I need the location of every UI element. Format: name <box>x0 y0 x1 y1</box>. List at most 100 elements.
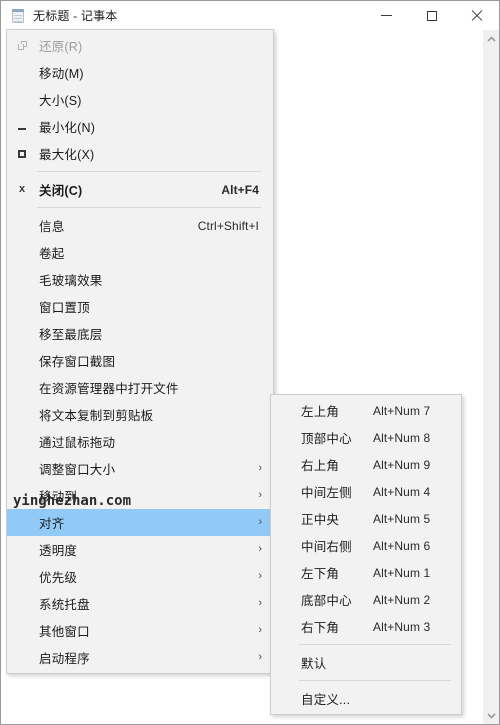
align-item-label: 中间右侧 <box>301 540 352 554</box>
close-icon: x <box>18 183 26 195</box>
menu-separator <box>37 207 261 208</box>
menu-item-label: 通过鼠标拖动 <box>39 436 116 450</box>
menu-item-20[interactable]: 透明度 › <box>7 536 273 563</box>
menu-item-15[interactable]: 将文本复制到剪贴板 <box>7 401 273 428</box>
menu-item-6[interactable]: x 关闭(C) Alt+F4 <box>7 176 273 203</box>
menu-item-21[interactable]: 优先级 › <box>7 563 273 590</box>
menu-item-label: 透明度 <box>39 544 78 558</box>
menu-item-label: 还原(R) <box>39 40 83 54</box>
menu-item-9[interactable]: 卷起 <box>7 239 273 266</box>
align-item-0[interactable]: 左上角 Alt+Num 7 <box>271 397 461 424</box>
close-button[interactable] <box>454 1 499 30</box>
align-submenu[interactable]: 左上角 Alt+Num 7 顶部中心 Alt+Num 8 右上角 Alt+Num 9 中间左… <box>270 394 462 715</box>
menu-item-17[interactable]: 调整窗口大小 › <box>7 455 273 482</box>
menu-item-4[interactable]: 最大化(X) <box>7 140 273 167</box>
menu-item-16[interactable]: 通过鼠标拖动 <box>7 428 273 455</box>
menu-item-label: 移至最底层 <box>39 328 103 342</box>
menu-item-label: 其他窗口 <box>39 625 90 639</box>
menu-separator <box>37 171 261 172</box>
maximize-icon <box>18 149 26 158</box>
menu-item-shortcut: Ctrl+Shift+I <box>197 218 259 233</box>
align-item-shortcut: Alt+Num 6 <box>373 538 431 553</box>
align-item-1[interactable]: 顶部中心 Alt+Num 8 <box>271 424 461 451</box>
menu-item-2[interactable]: 大小(S) <box>7 86 273 113</box>
minimize-icon <box>381 15 392 16</box>
minimize-button[interactable] <box>364 1 409 30</box>
align-item-3[interactable]: 中间左侧 Alt+Num 4 <box>271 478 461 505</box>
menu-item-label: 关闭(C) <box>39 184 83 198</box>
notepad-icon <box>10 8 26 24</box>
align-item-shortcut: Alt+Num 3 <box>373 619 431 634</box>
close-icon <box>471 10 483 22</box>
align-item-shortcut: Alt+Num 9 <box>373 457 431 472</box>
title-bar[interactable]: 无标题 - 记事本 <box>1 1 499 30</box>
menu-item-shortcut: Alt+F4 <box>221 182 259 197</box>
align-item-label: 右下角 <box>301 621 340 635</box>
align-item-7[interactable]: 底部中心 Alt+Num 2 <box>271 586 461 613</box>
align-item-12[interactable]: 自定义... <box>271 685 461 712</box>
menu-item-14[interactable]: 在资源管理器中打开文件 <box>7 374 273 401</box>
menu-item-label: 系统托盘 <box>39 598 90 612</box>
menu-item-label: 保存窗口截图 <box>39 355 116 369</box>
align-item-label: 左下角 <box>301 567 340 581</box>
menu-item-label: 毛玻璃效果 <box>39 274 103 288</box>
menu-item-3[interactable]: 最小化(N) <box>7 113 273 140</box>
align-item-label: 默认 <box>301 657 327 671</box>
system-menu[interactable]: 还原(R) 移动(M) 大小(S) 最小化(N) 最大化(X) x 关闭(C) Alt+F4 信… <box>6 29 274 674</box>
align-item-8[interactable]: 右下角 Alt+Num 3 <box>271 613 461 640</box>
align-item-6[interactable]: 左下角 Alt+Num 1 <box>271 559 461 586</box>
align-item-label: 左上角 <box>301 405 340 419</box>
menu-item-8[interactable]: 信息 Ctrl+Shift+I <box>7 212 273 239</box>
align-item-shortcut: Alt+Num 5 <box>373 511 431 526</box>
align-item-shortcut: Alt+Num 7 <box>373 403 431 418</box>
menu-item-label: 调整窗口大小 <box>39 463 116 477</box>
scroll-down-icon[interactable] <box>483 707 500 724</box>
align-item-shortcut: Alt+Num 8 <box>373 430 431 445</box>
menu-item-24[interactable]: 启动程序 › <box>7 644 273 671</box>
menu-item-label: 移动到 <box>39 490 78 504</box>
close-icon-slot: x <box>7 184 37 195</box>
align-item-label: 自定义... <box>301 693 351 707</box>
submenu-separator <box>299 644 451 645</box>
menu-item-label: 大小(S) <box>39 94 82 108</box>
align-item-label: 右上角 <box>301 459 340 473</box>
menu-item-19[interactable]: 对齐 › <box>7 509 273 536</box>
menu-item-label: 将文本复制到剪贴板 <box>39 409 154 423</box>
menu-item-13[interactable]: 保存窗口截图 <box>7 347 273 374</box>
align-item-shortcut: Alt+Num 4 <box>373 484 431 499</box>
align-item-10[interactable]: 默认 <box>271 649 461 676</box>
menu-item-label: 在资源管理器中打开文件 <box>39 382 179 396</box>
menu-item-10[interactable]: 毛玻璃效果 <box>7 266 273 293</box>
menu-item-11[interactable]: 窗口置顶 <box>7 293 273 320</box>
vertical-scrollbar[interactable] <box>482 30 499 724</box>
scroll-up-icon[interactable] <box>483 30 500 47</box>
menu-item-1[interactable]: 移动(M) <box>7 59 273 86</box>
align-item-label: 顶部中心 <box>301 432 352 446</box>
align-item-shortcut: Alt+Num 1 <box>373 565 431 580</box>
menu-item-23[interactable]: 其他窗口 › <box>7 617 273 644</box>
align-item-2[interactable]: 右上角 Alt+Num 9 <box>271 451 461 478</box>
minimize-icon <box>18 127 26 130</box>
menu-item-12[interactable]: 移至最底层 <box>7 320 273 347</box>
window-controls <box>364 1 499 30</box>
restore-icon-slot <box>7 41 37 50</box>
menu-item-label: 启动程序 <box>39 652 90 666</box>
menu-item-label: 最大化(X) <box>39 148 95 162</box>
menu-item-label: 信息 <box>39 220 65 234</box>
maximize-button[interactable] <box>409 1 454 30</box>
submenu-separator <box>299 680 451 681</box>
align-item-5[interactable]: 中间右侧 Alt+Num 6 <box>271 532 461 559</box>
window-title: 无标题 - 记事本 <box>33 9 118 23</box>
align-item-4[interactable]: 正中央 Alt+Num 5 <box>271 505 461 532</box>
menu-item-22[interactable]: 系统托盘 › <box>7 590 273 617</box>
maximize-icon-slot <box>7 149 37 158</box>
menu-item-0: 还原(R) <box>7 32 273 59</box>
menu-item-label: 窗口置顶 <box>39 301 90 315</box>
restore-icon <box>17 41 27 50</box>
menu-item-label: 卷起 <box>39 247 65 261</box>
align-item-label: 底部中心 <box>301 594 352 608</box>
menu-item-18[interactable]: 移动到 › <box>7 482 273 509</box>
minimize-icon-slot <box>7 124 37 130</box>
menu-item-label: 移动(M) <box>39 67 84 81</box>
align-item-shortcut: Alt+Num 2 <box>373 592 431 607</box>
